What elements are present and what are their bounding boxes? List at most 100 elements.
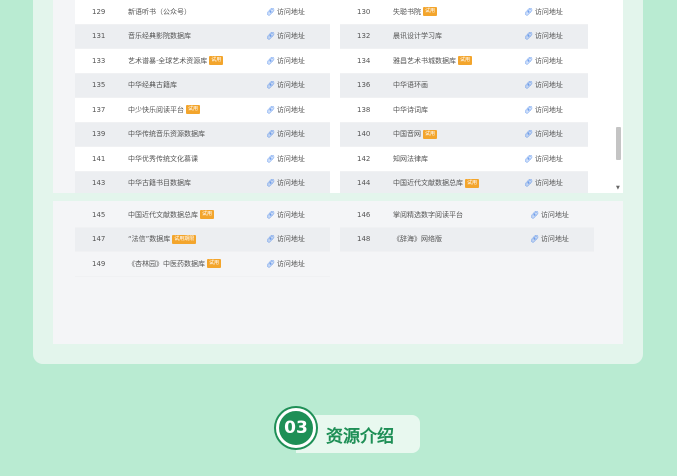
visit-link[interactable]: 🔗︎ 访问地址 xyxy=(266,80,330,90)
visit-link-label: 访问地址 xyxy=(534,130,563,139)
visit-link[interactable]: 🔗︎ 访问地址 xyxy=(524,31,588,41)
trial-badge: 试用 xyxy=(209,56,224,66)
resource-name: 《辞海》网络版 xyxy=(393,234,530,244)
table-row: 133 艺术谱暴·全球艺术资源库 试用 🔗︎ 访问地址 xyxy=(75,49,330,74)
visit-link-label: 访问地址 xyxy=(534,56,563,65)
resource-name: 雅昌艺术书城数据库 试用 xyxy=(393,56,524,66)
link-icon: 🔗︎ xyxy=(266,179,275,188)
table-row: 132 晨讯设计学习库 🔗︎ 访问地址 xyxy=(340,24,588,49)
link-icon: 🔗︎ xyxy=(266,259,275,268)
link-icon: 🔗︎ xyxy=(266,130,275,139)
row-number: 148 xyxy=(357,235,371,244)
visit-link[interactable]: 🔗︎ 访问地址 xyxy=(266,259,330,269)
separator-band xyxy=(53,193,623,201)
row-number: 131 xyxy=(92,32,106,41)
table-row: 129 新语听书（公众号） 🔗︎ 访问地址 xyxy=(75,0,330,25)
visit-link[interactable]: 🔗︎ 访问地址 xyxy=(524,7,588,17)
visit-link[interactable]: 🔗︎ 访问地址 xyxy=(266,129,330,139)
visit-link[interactable]: 🔗︎ 访问地址 xyxy=(524,56,588,66)
visit-link[interactable]: 🔗︎ 访问地址 xyxy=(524,178,588,188)
link-icon: 🔗︎ xyxy=(530,235,539,244)
link-icon: 🔗︎ xyxy=(266,56,275,65)
resource-name: 中国近代文献数据总库 试用 xyxy=(393,178,524,188)
row-number: 135 xyxy=(92,81,106,90)
table-row: 137 中少快乐阅读平台 试用 🔗︎ 访问地址 xyxy=(75,98,330,123)
visit-link[interactable]: 🔗︎ 访问地址 xyxy=(266,210,330,220)
row-number: 143 xyxy=(92,179,106,188)
visit-link-label: 访问地址 xyxy=(276,7,305,16)
row-number: 139 xyxy=(92,130,106,139)
visit-link[interactable]: 🔗︎ 访问地址 xyxy=(530,234,594,244)
link-icon: 🔗︎ xyxy=(266,105,275,114)
row-number: 147 xyxy=(92,235,106,244)
chevron-down-icon[interactable]: ▼ xyxy=(616,186,620,191)
table-row: 146 掌阅精选数字阅读平台 🔗︎ 访问地址 xyxy=(340,203,594,228)
visit-link-label: 访问地址 xyxy=(534,154,563,163)
visit-link[interactable]: 🔗︎ 访问地址 xyxy=(266,154,330,164)
resource-name-text: 中华优秀传统文化慕课 xyxy=(128,154,198,163)
row-number: 140 xyxy=(357,130,371,139)
resource-name: 新语听书（公众号） xyxy=(128,7,266,17)
visit-link[interactable]: 🔗︎ 访问地址 xyxy=(266,178,330,188)
row-number: 133 xyxy=(92,56,106,65)
visit-link[interactable]: 🔗︎ 访问地址 xyxy=(524,154,588,164)
resource-name-text: 知网法律库 xyxy=(393,154,428,163)
visit-link[interactable]: 🔗︎ 访问地址 xyxy=(266,31,330,41)
visit-link-label: 访问地址 xyxy=(534,32,563,41)
scrollbar[interactable]: ▼ xyxy=(615,0,622,193)
visit-link-label: 访问地址 xyxy=(276,56,305,65)
table-row: 145 中国近代文献数据总库 试用 🔗︎ 访问地址 xyxy=(75,203,330,228)
link-icon: 🔗︎ xyxy=(530,210,539,219)
visit-link-label: 访问地址 xyxy=(534,81,563,90)
resource-name: 艺术谱暴·全球艺术资源库 试用 xyxy=(128,56,266,66)
resource-name: 中华古籍书目数据库 xyxy=(128,178,266,188)
visit-link[interactable]: 🔗︎ 访问地址 xyxy=(530,210,594,220)
trial-badge: 试用 xyxy=(200,210,215,220)
row-number: 130 xyxy=(357,7,371,16)
visit-link-label: 访问地址 xyxy=(276,210,305,219)
visit-link[interactable]: 🔗︎ 访问地址 xyxy=(266,105,330,115)
resource-name: 知网法律库 xyxy=(393,154,524,164)
row-number: 134 xyxy=(357,56,371,65)
visit-link[interactable]: 🔗︎ 访问地址 xyxy=(266,234,330,244)
row-number: 145 xyxy=(92,210,106,219)
table-row: 143 中华古籍书目数据库 🔗︎ 访问地址 xyxy=(75,171,330,193)
resource-name: 晨讯设计学习库 xyxy=(393,31,524,41)
visit-link-label: 访问地址 xyxy=(276,105,305,114)
section-heading: 03 资源介绍 xyxy=(276,408,420,453)
table-row: 130 失聪书院 试用 🔗︎ 访问地址 xyxy=(340,0,588,25)
resource-name: 中国近代文献数据总库 试用 xyxy=(128,210,266,220)
visit-link-label: 访问地址 xyxy=(276,81,305,90)
table-left-column-lower: 145 中国近代文献数据总库 试用 🔗︎ 访问地址 147 “法信”数据库 试用期限 🔗︎ 访问地… xyxy=(75,203,330,277)
link-icon: 🔗︎ xyxy=(266,7,275,16)
trial-badge: 试用 xyxy=(465,178,480,188)
resource-name-text: 掌阅精选数字阅读平台 xyxy=(393,210,463,219)
row-number: 136 xyxy=(357,81,371,90)
resource-name: 中华优秀传统文化慕课 xyxy=(128,154,266,164)
scrollbar-thumb[interactable] xyxy=(616,127,621,160)
link-icon: 🔗︎ xyxy=(266,210,275,219)
link-icon: 🔗︎ xyxy=(524,130,533,139)
row-number: 138 xyxy=(357,105,371,114)
trial-badge: 试用 xyxy=(423,7,438,17)
visit-link[interactable]: 🔗︎ 访问地址 xyxy=(524,80,588,90)
row-number: 132 xyxy=(357,32,371,41)
visit-link[interactable]: 🔗︎ 访问地址 xyxy=(524,105,588,115)
link-icon: 🔗︎ xyxy=(524,154,533,163)
table-row: 131 音乐经典影院数据库 🔗︎ 访问地址 xyxy=(75,24,330,49)
link-icon: 🔗︎ xyxy=(524,56,533,65)
resource-name-text: 晨讯设计学习库 xyxy=(393,32,442,41)
visit-link[interactable]: 🔗︎ 访问地址 xyxy=(524,129,588,139)
visit-link[interactable]: 🔗︎ 访问地址 xyxy=(266,7,330,17)
link-icon: 🔗︎ xyxy=(266,154,275,163)
resource-name-text: 中少快乐阅读平台 xyxy=(128,105,184,114)
scroll-table[interactable]: 129 新语听书（公众号） 🔗︎ 访问地址 131 音乐经典影院数据库 🔗︎ 访问地址 133 艺… xyxy=(75,0,623,193)
row-number: 146 xyxy=(357,210,371,219)
visit-link[interactable]: 🔗︎ 访问地址 xyxy=(266,56,330,66)
resource-name-text: 中国近代文献数据总库 xyxy=(128,210,198,219)
resource-name-text: 中华古籍书目数据库 xyxy=(128,179,191,188)
table-row: 140 中国音网 试用 🔗︎ 访问地址 xyxy=(340,122,588,147)
table-row: 149 《杏林园》中医药数据库 试用 🔗︎ 访问地址 xyxy=(75,252,330,277)
trial-badge: 试用 xyxy=(186,105,201,115)
section-number-badge: 03 xyxy=(276,408,316,448)
